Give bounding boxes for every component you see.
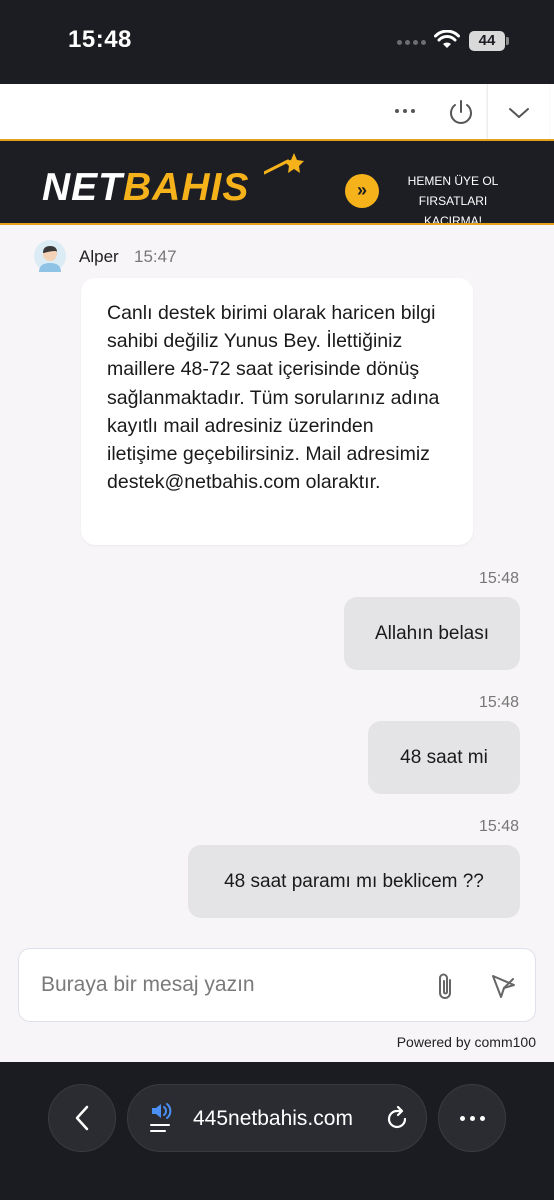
visitor-message-time: 15:48: [478, 694, 519, 711]
banner-cta-text: HEMEN ÜYE OL FIRSATLARI KAÇIRMA!: [407, 174, 499, 225]
status-bar: 15:48 44: [0, 0, 554, 84]
back-button[interactable]: [48, 1084, 116, 1152]
agent-name: Alper: [79, 247, 119, 266]
more-options-icon[interactable]: [388, 96, 422, 126]
promo-banner[interactable]: NETBAHIS » HEMEN ÜYE OL FIRSATLARI KAÇIR…: [0, 139, 554, 225]
browser-toolbar: 445netbahis.com: [0, 1062, 554, 1200]
visitor-message-bubble: 48 saat paramı mı beklicem ??: [188, 845, 520, 918]
end-chat-power-icon[interactable]: [445, 96, 477, 128]
battery-icon: 44: [469, 31, 505, 51]
double-chevron-icon: »: [345, 174, 379, 208]
more-menu-icon[interactable]: [438, 1084, 506, 1152]
cellular-signal-icon: [397, 40, 426, 45]
powered-by-link[interactable]: Powered by comm100: [397, 1034, 536, 1050]
visitor-message-time: 15:48: [478, 570, 519, 587]
agent-avatar-icon: [34, 240, 66, 272]
reader-speaker-icon: [150, 1103, 172, 1132]
address-bar[interactable]: 445netbahis.com: [127, 1084, 427, 1152]
wifi-icon: [434, 30, 460, 48]
url-text: 445netbahis.com: [193, 1107, 353, 1130]
message-composer: [18, 948, 536, 1022]
battery-tip: [506, 37, 509, 45]
visitor-message-time: 15:48: [478, 818, 519, 835]
message-input[interactable]: [41, 967, 421, 1003]
send-icon[interactable]: [489, 972, 517, 1000]
visitor-message-bubble: Allahın belası: [344, 597, 520, 670]
status-time: 15:48: [68, 26, 132, 53]
visitor-message-bubble: 48 saat mi: [368, 721, 520, 794]
logo-star-icon: [264, 153, 304, 175]
chat-header: [0, 84, 554, 142]
agent-message-bubble: Canlı destek birimi olarak haricen bilgi…: [81, 278, 473, 545]
reload-icon[interactable]: [384, 1106, 410, 1132]
minimize-chevron-icon[interactable]: [487, 84, 549, 142]
agent-message-time: 15:47: [134, 247, 177, 266]
brand-logo: NETBAHIS: [42, 166, 250, 209]
chevron-left-icon: [75, 1105, 89, 1131]
paperclip-icon[interactable]: [433, 971, 459, 1001]
